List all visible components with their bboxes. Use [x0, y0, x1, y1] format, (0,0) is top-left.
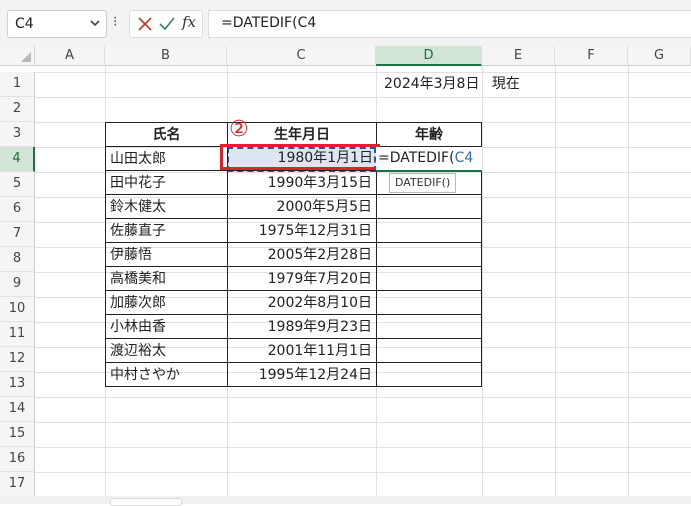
- name-cell[interactable]: 小林由香: [105, 314, 228, 339]
- name-cell[interactable]: 伊藤悟: [105, 242, 228, 267]
- birthdate-cell[interactable]: 2002年8月10日: [227, 290, 377, 315]
- name-cell[interactable]: 中村さやか: [105, 362, 228, 387]
- age-cell[interactable]: [376, 266, 482, 291]
- header-name[interactable]: 氏名: [105, 122, 228, 147]
- grid-row-line: [35, 447, 691, 448]
- name-cell[interactable]: 山田太郎: [105, 146, 228, 171]
- cell-d4-editing[interactable]: =DATEDIF(C4: [376, 147, 482, 172]
- column-header-d[interactable]: D: [376, 46, 482, 66]
- grid-column-line: [482, 66, 483, 496]
- row-header-5[interactable]: 5: [0, 172, 35, 197]
- row-header-1[interactable]: 1: [0, 72, 35, 97]
- chevron-down-icon[interactable]: [88, 15, 102, 31]
- name-box[interactable]: C4: [7, 10, 107, 38]
- name-cell[interactable]: 田中花子: [105, 170, 228, 195]
- select-all-corner[interactable]: [0, 46, 35, 66]
- function-tooltip[interactable]: DATEDIF(): [389, 173, 457, 193]
- birthdate-cell[interactable]: 2005年2月28日: [227, 242, 377, 267]
- insert-function-button[interactable]: fx: [182, 13, 196, 31]
- column-header-g[interactable]: G: [628, 46, 691, 66]
- age-cell[interactable]: [376, 338, 482, 363]
- cancel-icon[interactable]: [136, 15, 154, 33]
- name-cell[interactable]: 高橋美和: [105, 266, 228, 291]
- row-header-12[interactable]: 12: [0, 347, 35, 372]
- select-all-icon: [21, 52, 31, 62]
- column-header-a[interactable]: A: [35, 46, 105, 66]
- formula-text: =DATEDIF(C4: [221, 15, 317, 31]
- current-date-value: 2024年3月8日: [384, 76, 480, 92]
- editing-formula-prefix: =DATEDIF(: [378, 150, 455, 166]
- header-age[interactable]: 年齢: [376, 122, 482, 147]
- birthdate-cell[interactable]: 1989年9月23日: [227, 314, 377, 339]
- age-cell[interactable]: [376, 290, 482, 315]
- grid-row-line: [35, 72, 691, 73]
- grid-row-line: [35, 397, 691, 398]
- column-header-e[interactable]: E: [482, 46, 555, 66]
- row-header-14[interactable]: 14: [0, 397, 35, 422]
- column-header-b[interactable]: B: [105, 46, 227, 66]
- name-cell[interactable]: 佐藤直子: [105, 218, 228, 243]
- grid-column-line: [628, 66, 629, 496]
- row-header-13[interactable]: 13: [0, 372, 35, 397]
- name-box-value: C4: [15, 16, 34, 32]
- horizontal-scrollbar[interactable]: [0, 496, 691, 504]
- column-header-f[interactable]: F: [555, 46, 628, 66]
- row-header-6[interactable]: 6: [0, 197, 35, 222]
- age-cell[interactable]: [376, 362, 482, 387]
- age-cell[interactable]: [376, 314, 482, 339]
- row-header-7[interactable]: 7: [0, 222, 35, 247]
- row-header-16[interactable]: 16: [0, 447, 35, 472]
- name-cell[interactable]: 加藤次郎: [105, 290, 228, 315]
- scrollbar-thumb[interactable]: [110, 498, 182, 506]
- age-cell[interactable]: [376, 194, 482, 219]
- grid-column-line: [555, 66, 556, 496]
- annotation-step-number: ②: [229, 117, 249, 142]
- birthdate-cell[interactable]: 1979年7月20日: [227, 266, 377, 291]
- age-cell[interactable]: [376, 242, 482, 267]
- birthdate-cell[interactable]: 1995年12月24日: [227, 362, 377, 387]
- editing-formula-ref: C4: [454, 150, 474, 166]
- row-header-3[interactable]: 3: [0, 122, 35, 147]
- birthdate-cell[interactable]: 2000年5月5日: [227, 194, 377, 219]
- formula-bar: C4 ⁝ fx =DATEDIF(C4: [0, 0, 691, 48]
- row-header-11[interactable]: 11: [0, 322, 35, 347]
- grid-row-line: [35, 472, 691, 473]
- row-header-15[interactable]: 15: [0, 422, 35, 447]
- age-cell[interactable]: [376, 218, 482, 243]
- grid-row-line: [35, 97, 691, 98]
- annotation-red-box: [220, 144, 380, 170]
- birthdate-cell[interactable]: 1975年12月31日: [227, 218, 377, 243]
- name-cell[interactable]: 渡辺裕太: [105, 338, 228, 363]
- row-header-9[interactable]: 9: [0, 272, 35, 297]
- formula-input[interactable]: =DATEDIF(C4: [208, 10, 691, 38]
- row-header-2[interactable]: 2: [0, 97, 35, 122]
- column-header-c[interactable]: C: [227, 46, 376, 66]
- current-date-suffix: 現在: [491, 76, 520, 92]
- row-header-17[interactable]: 17: [0, 472, 35, 497]
- row-header-10[interactable]: 10: [0, 297, 35, 322]
- enter-check-icon[interactable]: [158, 15, 176, 33]
- name-cell[interactable]: 鈴木健太: [105, 194, 228, 219]
- birthdate-cell[interactable]: 2001年11月1日: [227, 338, 377, 363]
- more-options-icon[interactable]: ⁝: [113, 14, 117, 30]
- cell-d1[interactable]: 2024年3月8日 現在: [384, 72, 520, 97]
- grid-row-line: [35, 422, 691, 423]
- row-header-8[interactable]: 8: [0, 247, 35, 272]
- formula-buttons: fx: [129, 10, 203, 38]
- row-header-4[interactable]: 4: [0, 147, 35, 172]
- birthdate-cell[interactable]: 1990年3月15日: [227, 170, 377, 195]
